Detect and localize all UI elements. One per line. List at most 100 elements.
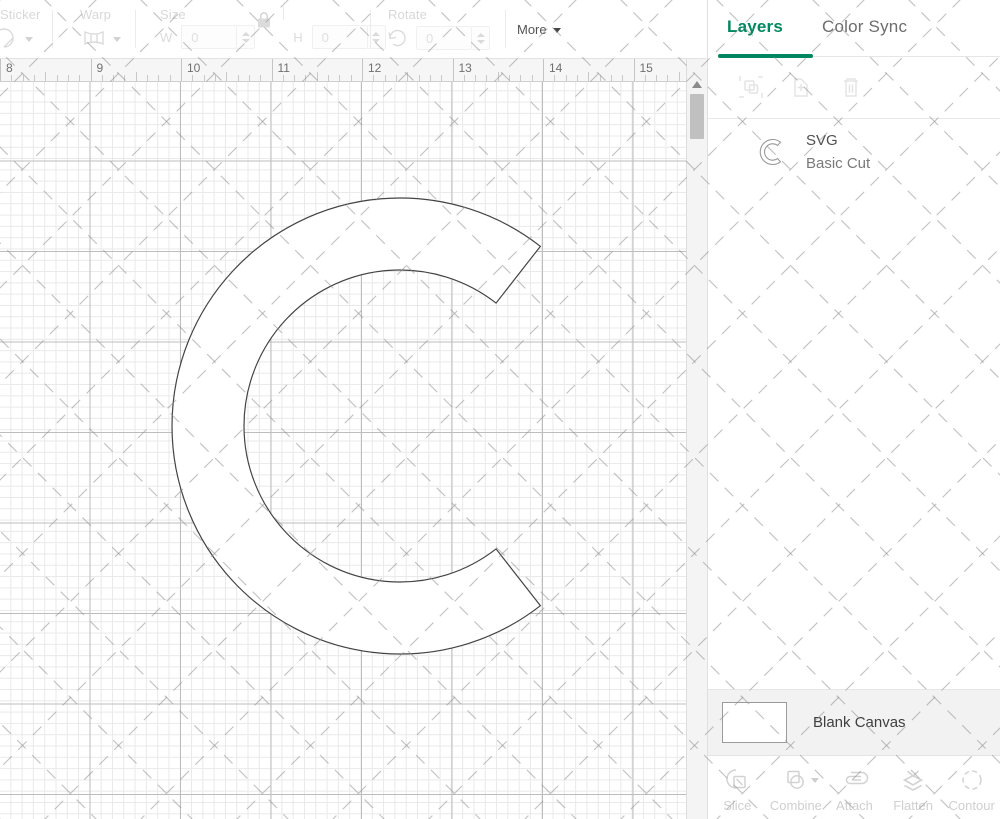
ruler-tick [68, 75, 69, 81]
ruler-tick [57, 75, 58, 81]
warp-chevron-down-icon[interactable] [113, 37, 121, 42]
combine-icon [782, 764, 810, 796]
ruler-tick [260, 75, 261, 81]
tab-color-sync[interactable]: Color Sync [822, 17, 907, 37]
ruler-tick [419, 75, 420, 81]
ruler-tick [532, 75, 533, 81]
ruler-mark-label: 10 [187, 61, 200, 75]
height-field[interactable]: 0 [312, 25, 386, 49]
shape-tools-bar: Slice Combine Attach [708, 755, 1000, 819]
rotate-stepper[interactable] [472, 26, 490, 50]
duplicate-icon[interactable] [786, 72, 816, 102]
ruler-tick [113, 75, 114, 81]
combine-chevron-down-icon[interactable] [811, 778, 819, 783]
height-input[interactable]: 0 [312, 25, 368, 49]
ruler-tick [566, 75, 567, 81]
canvas-color-swatch[interactable] [722, 702, 787, 743]
ruler-tick [498, 72, 499, 81]
letter-c-shape[interactable] [0, 81, 686, 819]
delete-icon[interactable] [836, 72, 866, 102]
ruler-tick [23, 75, 24, 81]
ruler-tick [124, 75, 125, 81]
ruler-tick [283, 75, 284, 81]
contour-label: Contour [949, 798, 995, 813]
more-button[interactable]: More [517, 22, 561, 37]
rotate-field[interactable]: 0 [416, 26, 490, 50]
combine-label: Combine [770, 798, 822, 813]
ruler-tick [667, 75, 668, 81]
ruler-tick [385, 75, 386, 81]
ruler-tick [328, 75, 329, 81]
toolbar-group-warp[interactable]: Warp [80, 0, 160, 58]
ruler-tick [305, 75, 306, 81]
ruler-tick [204, 75, 205, 81]
attach-icon [839, 764, 869, 796]
horizontal-ruler[interactable]: 89101112131415 [0, 58, 686, 82]
ruler-tick [611, 75, 612, 81]
ruler-tick [249, 75, 250, 81]
ruler-tick [509, 75, 510, 81]
canvas-shape-layer[interactable] [0, 81, 686, 819]
layer-action-bar [708, 58, 1000, 119]
rotate-label: Rotate [388, 7, 427, 22]
ruler-tick [226, 72, 227, 81]
design-canvas[interactable] [0, 81, 686, 819]
toolbar-divider-4 [505, 10, 506, 48]
contour-tool[interactable]: Contour [942, 764, 1000, 813]
ruler-tick [588, 72, 589, 81]
flatten-tool[interactable]: Flatten [884, 764, 943, 813]
rotate-input[interactable]: 0 [416, 26, 472, 50]
ruler-tick [486, 75, 487, 81]
scroll-up-icon[interactable] [692, 81, 702, 88]
ruler-mark-label: 13 [459, 61, 472, 75]
ruler-mark-label: 14 [549, 61, 562, 75]
ruler-mark-label: 12 [368, 61, 381, 75]
list-item[interactable]: SVG Basic Cut [708, 119, 1000, 185]
attach-tool[interactable]: Attach [825, 764, 884, 813]
tab-layers[interactable]: Layers [727, 17, 783, 37]
layers-panel: Layers Color Sync [707, 0, 1000, 819]
ruler-tick [554, 75, 555, 81]
canvas-vertical-scrollbar[interactable] [686, 58, 707, 819]
layer-title: SVG [806, 129, 870, 152]
sticker-control[interactable] [0, 25, 33, 51]
letter-c-icon [750, 130, 794, 174]
toolbar-group-rotate: Rotate 0 [388, 0, 498, 58]
combine-tool[interactable]: Combine [767, 764, 826, 813]
flatten-label: Flatten [893, 798, 933, 813]
rotate-icon[interactable] [384, 25, 412, 51]
ruler-tick [294, 75, 295, 81]
lock-icon[interactable] [253, 9, 275, 31]
ruler-mark-label: 8 [6, 61, 13, 75]
contour-icon [958, 764, 986, 796]
ruler-tick [464, 75, 465, 81]
blank-canvas-row[interactable]: Blank Canvas [708, 689, 1000, 755]
ruler-mark-label: 11 [278, 61, 290, 75]
ruler-tick [192, 75, 193, 81]
panel-tab-bar: Layers Color Sync [708, 0, 1000, 58]
warp-control[interactable] [80, 25, 121, 51]
ruler-mark-label: 15 [640, 61, 653, 75]
layer-list[interactable]: SVG Basic Cut [708, 119, 1000, 689]
ruler-tick [475, 75, 476, 81]
group-icon[interactable] [736, 72, 766, 102]
width-input[interactable]: 0 [181, 25, 237, 49]
scrollbar-thumb[interactable] [690, 94, 704, 139]
ruler-tick [45, 72, 46, 81]
ruler-tick [600, 75, 601, 81]
ruler-tick [577, 75, 578, 81]
ruler-tick [520, 75, 521, 81]
ruler-tick [407, 72, 408, 81]
ruler-tick [158, 75, 159, 81]
lock-bracket-left [283, 6, 284, 20]
width-field[interactable]: 0 [181, 25, 255, 49]
sticker-chevron-down-icon[interactable] [25, 37, 33, 42]
warp-label: Warp [80, 7, 111, 22]
ruler-tick [102, 75, 103, 81]
ruler-tick [441, 75, 442, 81]
slice-label: Slice [723, 798, 751, 813]
ruler-tick [11, 75, 12, 81]
ruler-tick [79, 75, 80, 81]
ruler-tick [396, 75, 397, 81]
slice-tool[interactable]: Slice [708, 764, 767, 813]
